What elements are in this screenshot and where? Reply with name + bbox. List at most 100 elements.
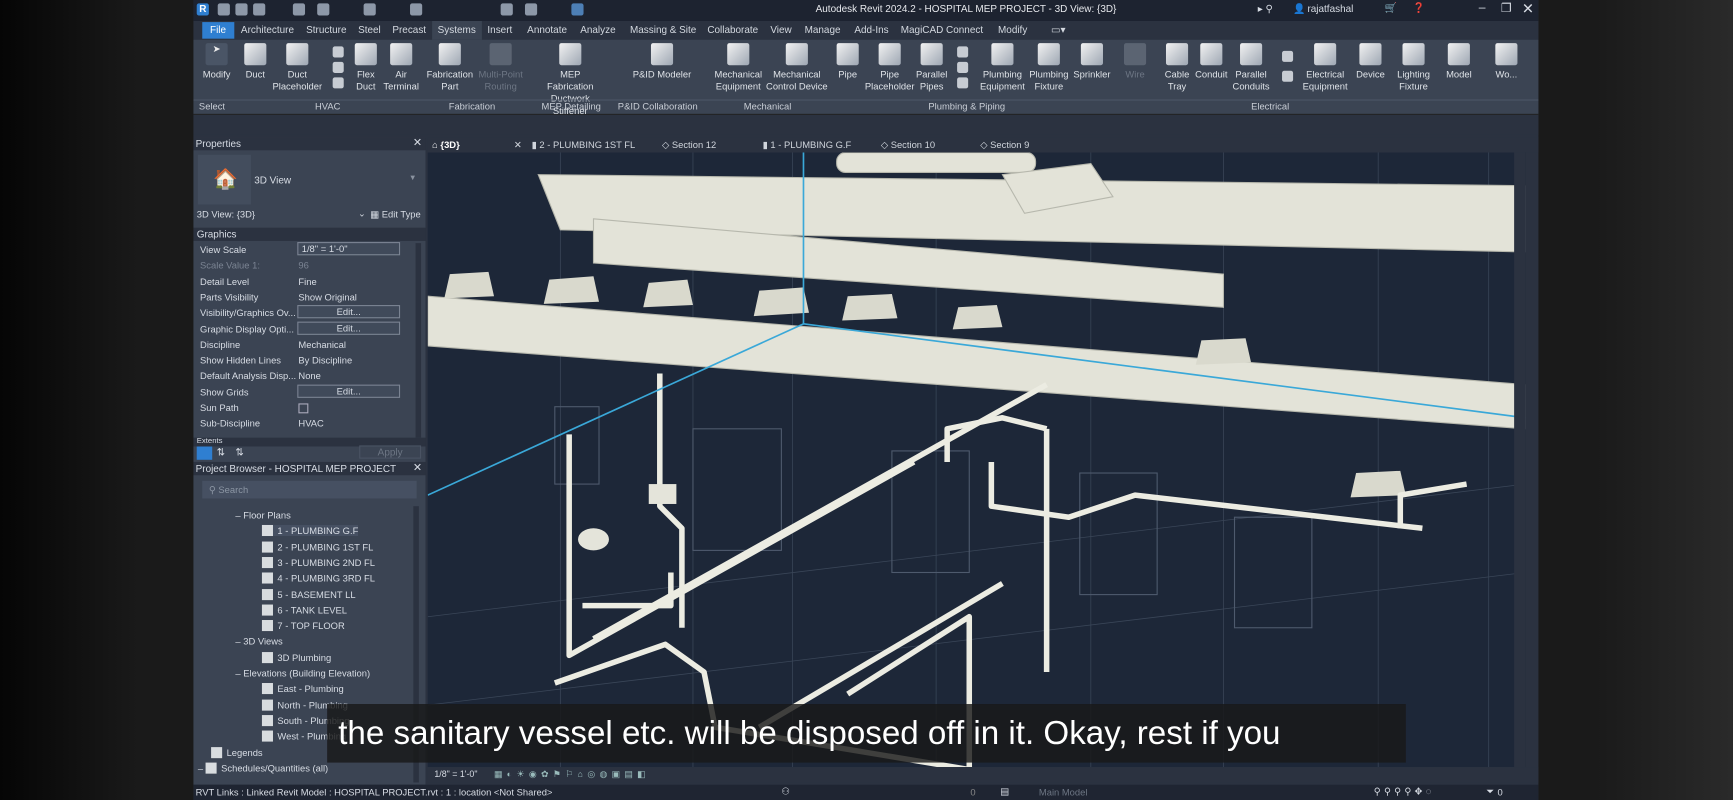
ribbon-button-p-id-modeler[interactable]: P&ID Modeler bbox=[631, 43, 693, 81]
switch-windows-icon[interactable] bbox=[571, 3, 584, 16]
menu-tab-insert[interactable]: Insert bbox=[487, 24, 512, 35]
ribbon-button-multi-point-routing[interactable]: Multi-Point Routing bbox=[470, 43, 532, 93]
ribbon-group-mechanical[interactable]: Mechanical bbox=[744, 101, 792, 112]
ribbon-group-p-id-collaboration[interactable]: P&ID Collaboration bbox=[618, 101, 698, 112]
tree-floor-plan-item[interactable]: 4 - PLUMBING 3RD FL bbox=[261, 572, 375, 584]
restore-icon[interactable]: ❐ bbox=[1501, 1, 1512, 15]
ribbon-group-fabrication[interactable]: Fabrication bbox=[449, 101, 495, 112]
collapse-icon[interactable]: – bbox=[235, 668, 243, 679]
menu-tab-steel[interactable]: Steel bbox=[358, 24, 381, 35]
tree-legends[interactable]: Legends bbox=[211, 746, 263, 758]
small-tool-icon[interactable] bbox=[957, 61, 969, 73]
small-tool-icon[interactable] bbox=[1282, 50, 1294, 62]
print-icon[interactable] bbox=[363, 3, 376, 16]
edit-type-button[interactable]: ▦ Edit Type bbox=[370, 209, 421, 221]
text-icon[interactable] bbox=[500, 3, 513, 16]
selection-icons[interactable]: ⚲⚲⚲⚲✥◌ bbox=[1374, 786, 1435, 798]
collapse-icon[interactable]: – bbox=[235, 636, 243, 647]
small-tool-icon[interactable] bbox=[332, 61, 344, 73]
menu-tab-annotate[interactable]: Annotate bbox=[527, 24, 567, 35]
menu-tab-manage[interactable]: Manage bbox=[805, 24, 841, 35]
binoculars-icon[interactable]: ▸ ⚲ bbox=[1258, 3, 1273, 15]
chevron-down-icon[interactable]: ▼ bbox=[409, 175, 417, 183]
edit-button[interactable]: Edit... bbox=[297, 305, 401, 319]
close-icon[interactable]: ✕ bbox=[413, 137, 422, 149]
minimize-icon[interactable]: – bbox=[1479, 1, 1486, 14]
worksharing-icon[interactable]: ⚇ bbox=[781, 786, 789, 798]
small-tool-icon[interactable] bbox=[332, 46, 344, 58]
small-tool-icon[interactable] bbox=[957, 77, 969, 89]
menu-tab-analyze[interactable]: Analyze bbox=[580, 24, 615, 35]
ribbon-group-electrical[interactable]: Electrical bbox=[1251, 101, 1289, 112]
view-scale-input[interactable]: 1/8" = 1'-0" bbox=[297, 242, 401, 256]
menu-tab-file[interactable]: File bbox=[202, 22, 234, 39]
ribbon-group-plumbing-piping[interactable]: Plumbing & Piping bbox=[928, 101, 1005, 112]
menu-tab-add-ins[interactable]: Add-Ins bbox=[854, 24, 888, 35]
open-icon[interactable] bbox=[235, 3, 248, 16]
ribbon-button-parallel-pipes[interactable]: Parallel Pipes bbox=[901, 43, 963, 93]
viewport-scrollbar[interactable] bbox=[1514, 152, 1526, 768]
save-icon[interactable] bbox=[253, 3, 266, 16]
tree-floor-plan-item[interactable]: 6 - TANK LEVEL bbox=[261, 604, 347, 616]
tab-section-10[interactable]: ◇ Section 10 bbox=[881, 139, 935, 151]
ribbon-group-mep-detailing[interactable]: MEP Detailing bbox=[542, 101, 601, 112]
menu-tab-view[interactable]: View bbox=[770, 24, 791, 35]
small-tool-icon[interactable] bbox=[1282, 70, 1294, 82]
edit-button[interactable]: Edit... bbox=[297, 321, 401, 335]
filter-icon[interactable]: ⏷ bbox=[1486, 786, 1494, 798]
collapse-icon[interactable]: – bbox=[198, 762, 206, 773]
ribbon-button-parallel-conduits[interactable]: Parallel Conduits bbox=[1220, 43, 1282, 93]
small-tool-icon[interactable] bbox=[332, 77, 344, 89]
ribbon-group-select[interactable]: Select bbox=[199, 101, 225, 112]
redo-icon[interactable] bbox=[317, 3, 330, 16]
revit-logo-icon[interactable]: R bbox=[196, 3, 209, 16]
tab-section-9[interactable]: ◇ Section 9 bbox=[980, 139, 1029, 151]
tree-3d-view-item[interactable]: 3D Plumbing bbox=[261, 651, 331, 663]
collapse-icon[interactable]: – bbox=[235, 509, 243, 520]
instance-selector[interactable]: 3D View: {3D} bbox=[197, 209, 255, 220]
tab-2-plumbing-1st-fl[interactable]: ▮ 2 - PLUMBING 1ST FL bbox=[532, 139, 636, 151]
cart-icon[interactable]: 🛒 bbox=[1385, 2, 1397, 14]
undo-icon[interactable] bbox=[292, 3, 306, 16]
menu-tab-precast[interactable]: Precast bbox=[392, 24, 426, 35]
3d-view-icon[interactable] bbox=[524, 3, 538, 16]
tree-elevations[interactable]: – Elevations (Building Elevation) bbox=[235, 668, 370, 679]
tree-elevation-item[interactable]: East - Plumbing bbox=[261, 683, 344, 695]
categorize-icon[interactable] bbox=[196, 446, 213, 460]
3d-viewport[interactable] bbox=[427, 152, 1526, 768]
close-icon[interactable]: ✕ bbox=[413, 462, 422, 474]
edit-button[interactable]: Edit... bbox=[297, 384, 401, 398]
design-option-icon[interactable]: ▤ bbox=[1000, 786, 1009, 798]
tab--3d-[interactable]: ⌂ {3D} bbox=[432, 139, 460, 150]
sun-path-checkbox[interactable] bbox=[298, 403, 309, 414]
ribbon-button-mechanical-equipment[interactable]: Mechanical Equipment bbox=[707, 43, 769, 93]
tab-1-plumbing-g-f[interactable]: ▮ 1 - PLUMBING G.F bbox=[763, 139, 852, 151]
main-model-select[interactable]: Main Model bbox=[1039, 787, 1088, 798]
menu-tab-magicad-connect[interactable]: MagiCAD Connect bbox=[901, 24, 983, 35]
small-tool-icon[interactable] bbox=[957, 46, 969, 58]
menu-tab-collaborate[interactable]: Collaborate bbox=[707, 24, 758, 35]
tree-floor-plan-item[interactable]: 5 - BASEMENT LL bbox=[261, 588, 356, 600]
menu-tab-structure[interactable]: Structure bbox=[306, 24, 346, 35]
tree-3d-views[interactable]: – 3D Views bbox=[235, 636, 282, 647]
menu-tab-massing-site[interactable]: Massing & Site bbox=[630, 24, 696, 35]
sort-descending-icon[interactable]: ⇅ bbox=[235, 447, 243, 459]
menu-tab-architecture[interactable]: Architecture bbox=[241, 24, 294, 35]
tab-section-12[interactable]: ◇ Section 12 bbox=[662, 139, 716, 151]
ribbon-group-hvac[interactable]: HVAC bbox=[315, 101, 340, 112]
measure-icon[interactable] bbox=[410, 3, 423, 16]
ribbon-button-wo-[interactable]: Wo... bbox=[1475, 43, 1537, 81]
camera-dropdown-icon[interactable]: ▭▾ bbox=[1051, 24, 1065, 36]
type-name[interactable]: 3D View bbox=[254, 175, 291, 186]
tree-schedules[interactable]: – Schedules/Quantities (all) bbox=[198, 762, 328, 774]
tree-floor-plan-item[interactable]: 3 - PLUMBING 2ND FL bbox=[261, 556, 375, 568]
properties-scrollbar[interactable] bbox=[415, 243, 422, 438]
tree-floor-plan-item[interactable]: 2 - PLUMBING 1ST FL bbox=[261, 541, 373, 553]
tree-floor-plan-item[interactable]: 7 - TOP FLOOR bbox=[261, 620, 345, 632]
help-icon[interactable]: ❓ bbox=[1412, 2, 1424, 14]
menu-tab-modify[interactable]: Modify bbox=[998, 24, 1027, 35]
ribbon-button-duct-placeholder[interactable]: Duct Placeholder bbox=[266, 43, 328, 93]
tree-floor-plans[interactable]: – Floor Plans bbox=[235, 509, 290, 520]
view-scale[interactable]: 1/8" = 1'-0" bbox=[434, 769, 477, 779]
close-icon[interactable]: ✕ bbox=[1522, 0, 1534, 18]
